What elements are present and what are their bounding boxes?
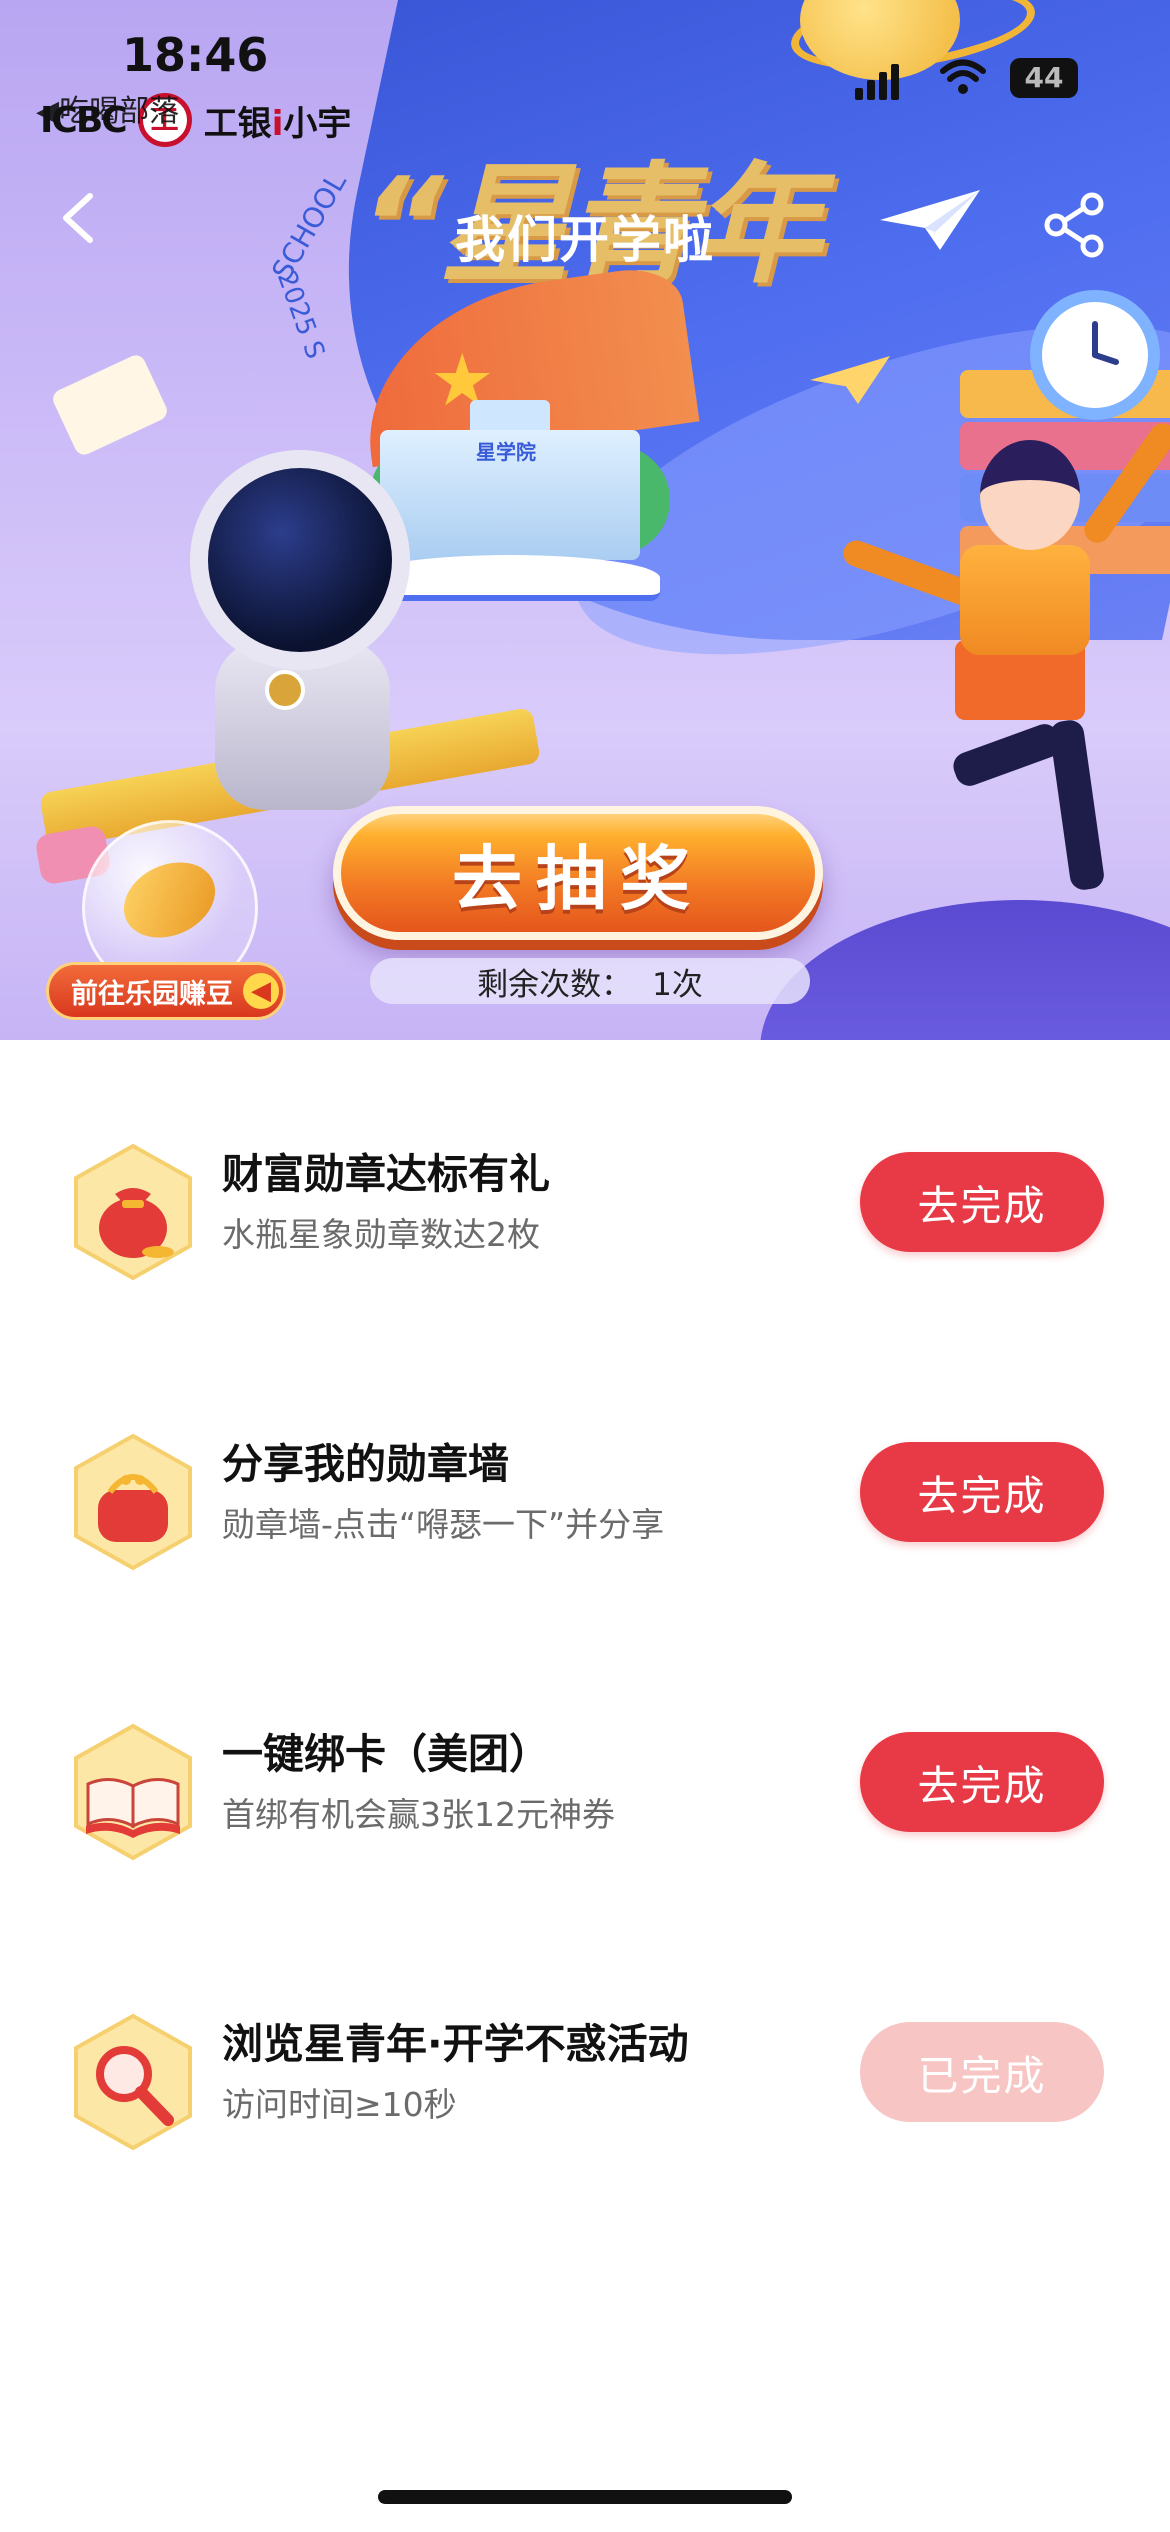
wifi-icon bbox=[940, 58, 986, 105]
task-title: 财富勋章达标有礼 bbox=[222, 1150, 550, 1198]
task-title: 一键绑卡（美团） bbox=[222, 1730, 550, 1778]
school-building-illustration: 星学院 bbox=[380, 430, 640, 560]
paper-plane-decoration bbox=[810, 356, 890, 404]
go-complete-button[interactable]: 去完成 bbox=[860, 1732, 1104, 1832]
girl-head bbox=[980, 440, 1080, 550]
astronaut-helmet bbox=[190, 450, 410, 670]
draw-lottery-button[interactable]: 去抽奖 bbox=[333, 806, 823, 940]
home-indicator[interactable] bbox=[378, 2490, 792, 2504]
back-to-app-link[interactable]: ◀吃喝部落 bbox=[36, 86, 179, 130]
girl-leg bbox=[949, 720, 1065, 790]
planet-bottom-decoration bbox=[760, 900, 1170, 1040]
clock-decoration bbox=[1030, 290, 1160, 420]
go-complete-button[interactable]: 去完成 bbox=[860, 1442, 1104, 1542]
page-title: 我们开学啦 bbox=[455, 211, 715, 269]
battery-icon: 44 bbox=[1010, 58, 1078, 98]
task-item: 一键绑卡（美团） 首绑有机会赢3张12元神券 去完成 bbox=[0, 1700, 1170, 1862]
paper-decoration bbox=[49, 352, 171, 458]
share-icon[interactable] bbox=[1040, 190, 1110, 260]
girl-shirt bbox=[960, 545, 1090, 655]
cellular-signal-icon bbox=[855, 60, 901, 100]
hero-banner: “星青年 SCHOOL 2025 S ★ 星学院 前往乐园赚豆 ◀ 去抽奖 剩余… bbox=[0, 0, 1170, 1040]
open-book-icon bbox=[70, 1722, 196, 1862]
arrow-left-icon: ◀ bbox=[243, 973, 279, 1009]
task-item: 分享我的勋章墙 勋章墙-点击“嘚瑟一下”并分享 去完成 bbox=[0, 1410, 1170, 1572]
task-item: 浏览星青年·开学不惑活动 访问时间≥10秒 已完成 bbox=[0, 1990, 1170, 2152]
school-building-label: 星学院 bbox=[476, 440, 536, 464]
go-complete-button[interactable]: 去完成 bbox=[860, 1152, 1104, 1252]
task-description: 访问时间≥10秒 bbox=[222, 2085, 457, 2124]
task-description: 勋章墙-点击“嘚瑟一下”并分享 bbox=[222, 1505, 665, 1544]
task-title: 浏览星青年·开学不惑活动 bbox=[222, 2020, 689, 2068]
status-time: 18:46 bbox=[122, 28, 269, 82]
remaining-draws: 剩余次数： 1次 bbox=[370, 958, 810, 1004]
task-description: 水瓶星象勋章数达2枚 bbox=[222, 1215, 540, 1254]
remaining-label: 剩余次数： bbox=[477, 966, 633, 1003]
task-title: 分享我的勋章墙 bbox=[222, 1440, 509, 1488]
app-name: 工银i小宇 bbox=[203, 103, 352, 144]
task-description: 首绑有机会赢3张12元神券 bbox=[222, 1795, 615, 1834]
money-bag-icon bbox=[70, 1142, 196, 1282]
magnifier-icon bbox=[70, 2012, 196, 2152]
remaining-value: 1次 bbox=[652, 966, 703, 1003]
task-item: 财富勋章达标有礼 水瓶星象勋章数达2枚 去完成 bbox=[0, 1120, 1170, 1282]
school-year-decoration: 2025 S bbox=[270, 267, 331, 363]
completed-button: 已完成 bbox=[860, 2022, 1104, 2122]
astronaut-badge bbox=[265, 670, 305, 710]
earn-beans-label: 前往乐园赚豆 bbox=[71, 978, 233, 1010]
earn-beans-button[interactable]: 前往乐园赚豆 ◀ bbox=[46, 962, 286, 1020]
coin-purse-icon bbox=[70, 1432, 196, 1572]
